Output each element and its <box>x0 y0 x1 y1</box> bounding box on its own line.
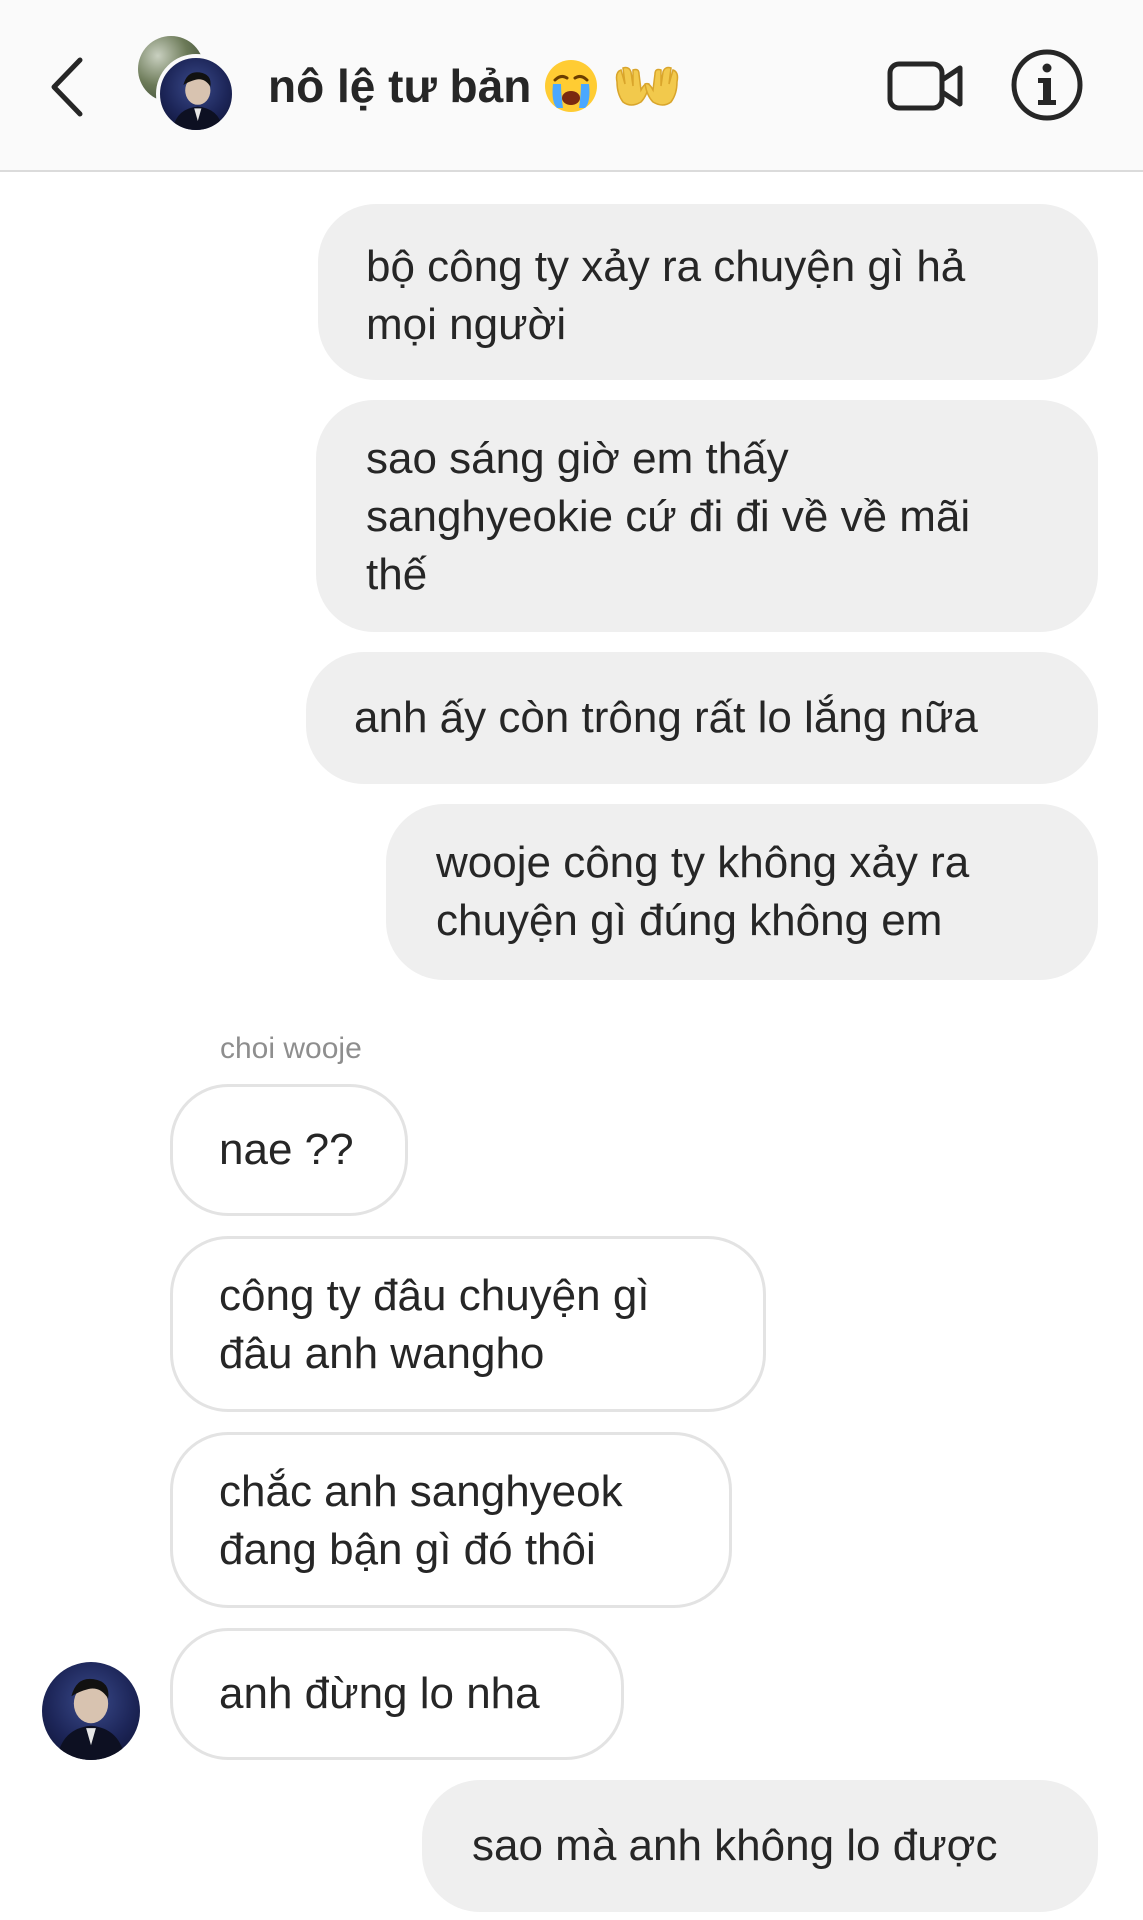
incoming-message[interactable]: nae ?? <box>170 1084 408 1216</box>
message-thread[interactable]: bộ công ty xảy ra chuyện gì hả mọi người… <box>0 174 1143 1920</box>
back-icon[interactable] <box>46 52 90 122</box>
outgoing-message[interactable]: sao mà anh không lo được <box>422 1780 1098 1912</box>
video-call-icon[interactable] <box>886 56 966 116</box>
crying-face-icon <box>545 60 598 112</box>
incoming-message[interactable]: chắc anh sanghyeok đang bận gì đó thôi <box>170 1432 732 1608</box>
outgoing-message[interactable]: sao sáng giờ em thấy sanghyeokie cứ đi đ… <box>316 400 1098 632</box>
outgoing-message[interactable]: bộ công ty xảy ra chuyện gì hả mọi người <box>318 204 1098 380</box>
sender-avatar[interactable] <box>42 1662 140 1760</box>
group-avatar[interactable] <box>138 36 248 136</box>
outgoing-message[interactable]: anh ấy còn trông rất lo lắng nữa <box>306 652 1098 784</box>
open-hands-icon <box>616 66 679 106</box>
sender-name: choi wooje <box>220 1032 362 1065</box>
incoming-message[interactable]: công ty đâu chuyện gì đâu anh wangho <box>170 1236 766 1412</box>
member-avatar-front <box>156 54 236 134</box>
info-icon[interactable] <box>1010 48 1084 122</box>
chat-header: nô lệ tư bản <box>0 0 1143 172</box>
incoming-message[interactable]: anh đừng lo nha <box>170 1628 624 1760</box>
outgoing-message[interactable]: wooje công ty không xảy ra chuyện gì đún… <box>386 804 1098 980</box>
chat-title-text: nô lệ tư bản <box>268 60 532 112</box>
chat-title[interactable]: nô lệ tư bản <box>268 56 683 116</box>
